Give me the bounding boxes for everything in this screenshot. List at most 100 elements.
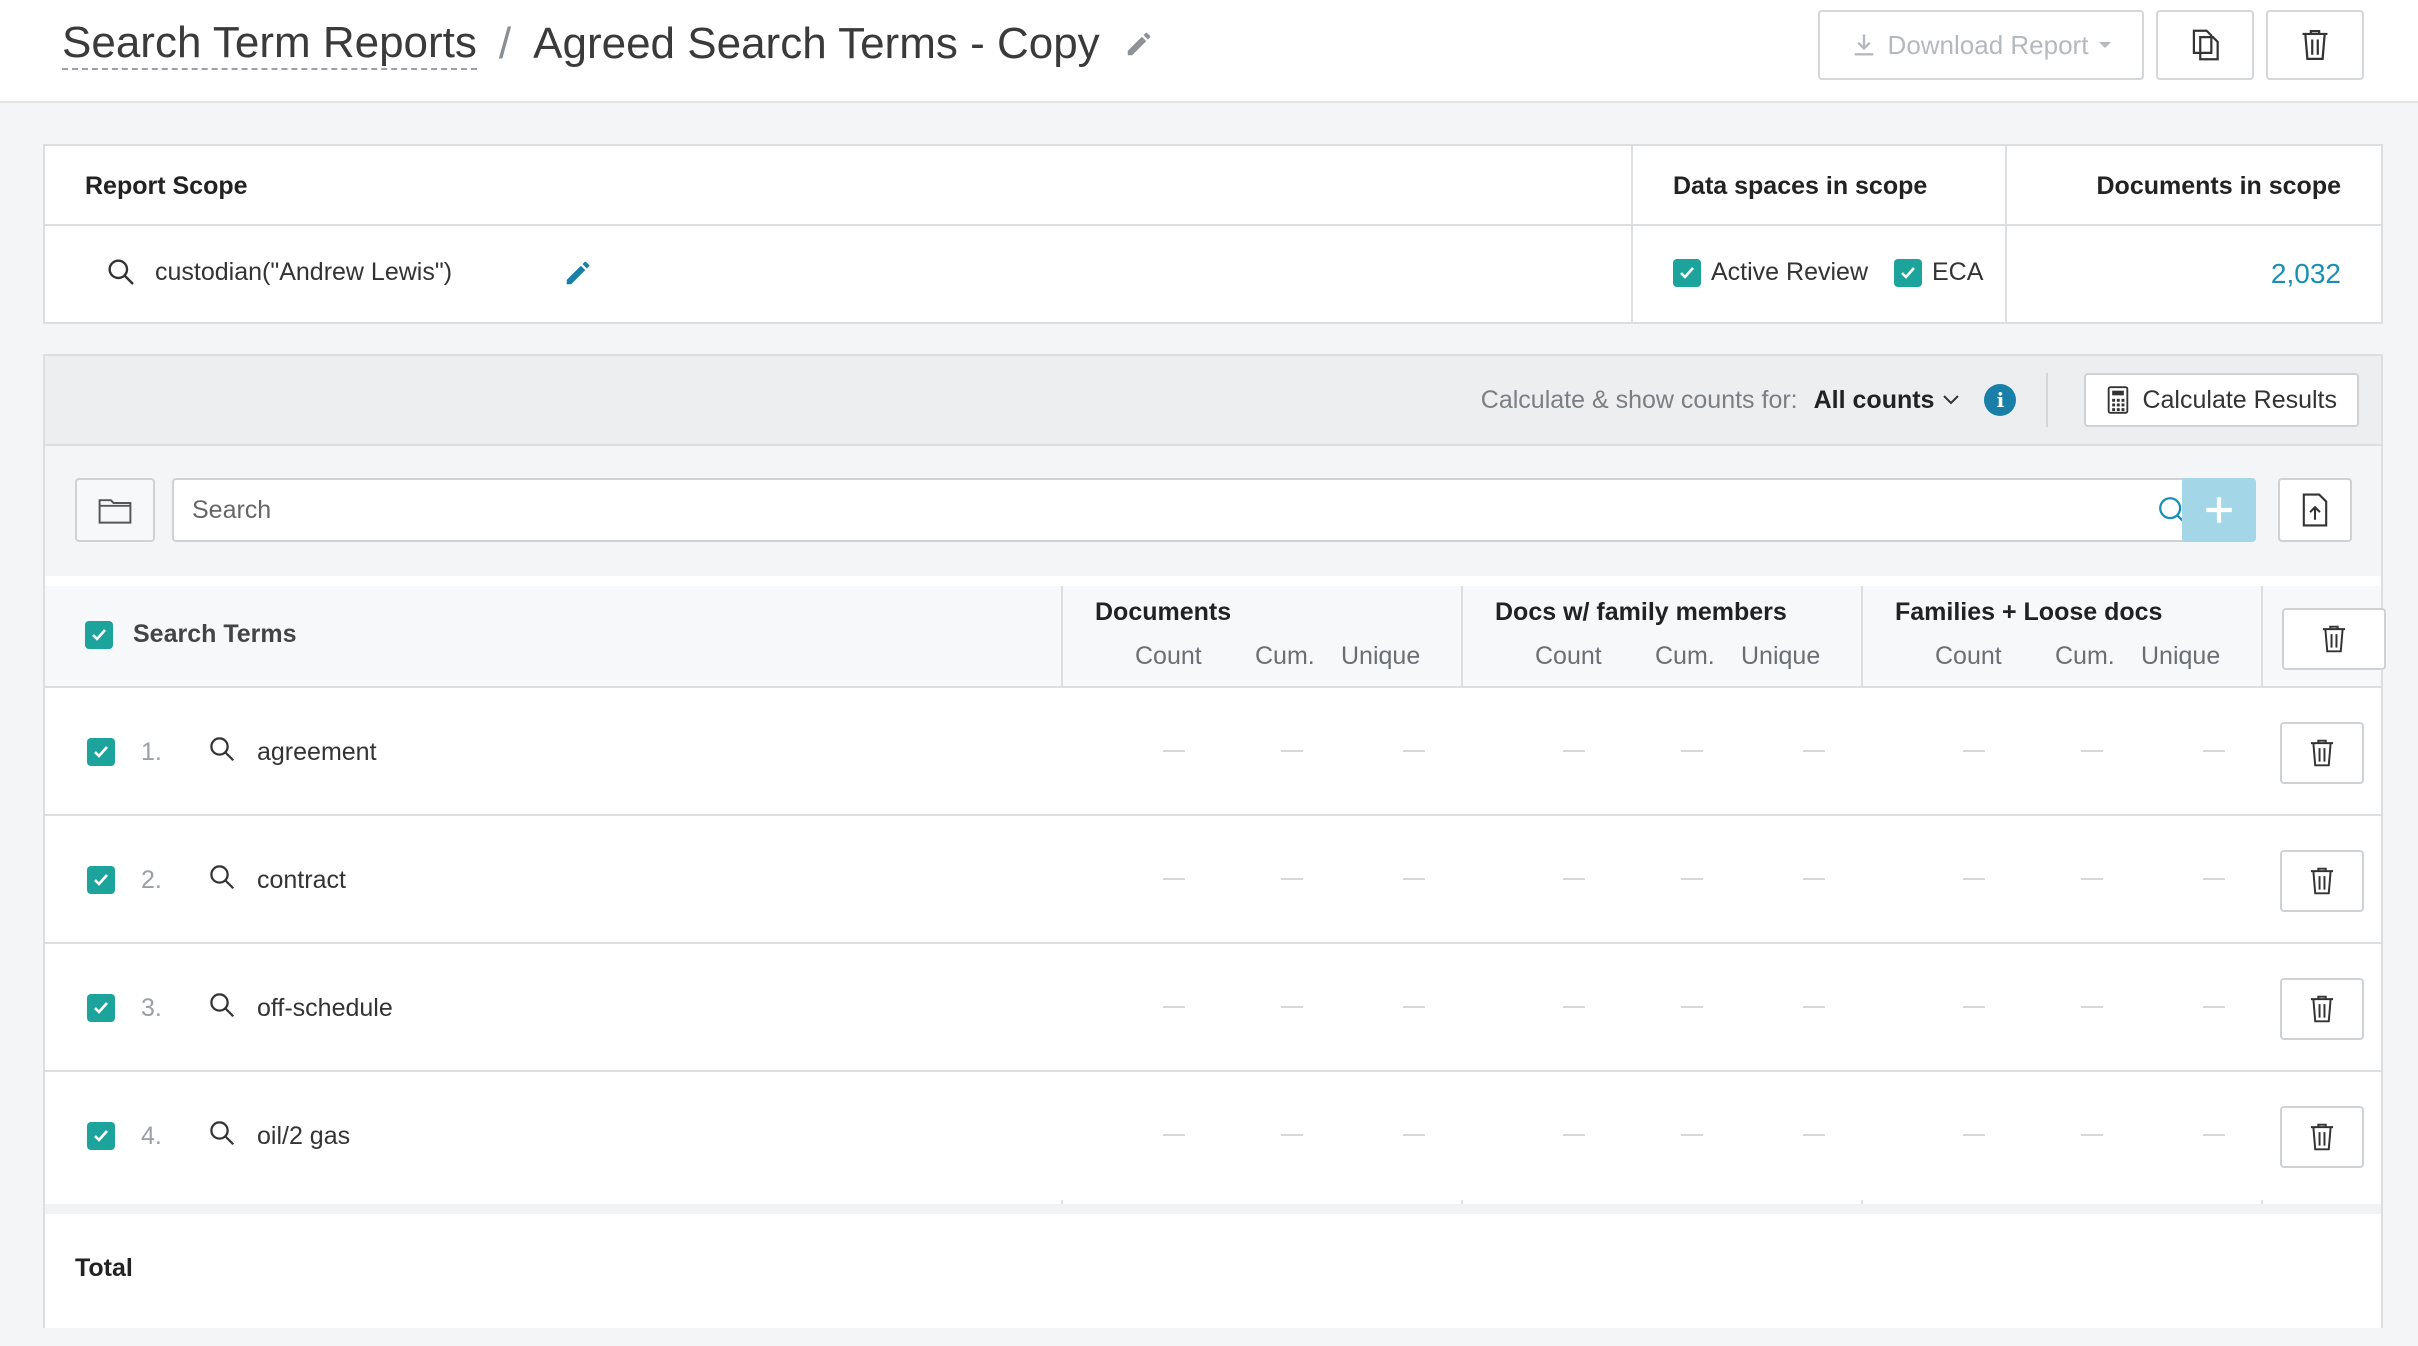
- row-checkbox[interactable]: [87, 1122, 115, 1150]
- empty-count: [1963, 750, 1985, 752]
- caret-down-icon: [2098, 40, 2112, 50]
- empty-cum: [1281, 1134, 1303, 1136]
- counts-dropdown[interactable]: All counts: [1814, 386, 1961, 415]
- row-checkbox[interactable]: [87, 994, 115, 1022]
- import-terms-button[interactable]: [2278, 478, 2352, 542]
- families-loose-unique-header[interactable]: Unique: [2141, 642, 2220, 671]
- documents-group-header: Documents: [1095, 598, 1232, 626]
- edit-scope-pencil-icon[interactable]: [563, 258, 593, 288]
- total-separator: [45, 1204, 2381, 1214]
- search-term[interactable]: oil/2 gas: [257, 1122, 350, 1151]
- empty-count: [1163, 878, 1185, 880]
- empty-count: [1163, 1134, 1185, 1136]
- table-row: 3. off-schedule: [45, 944, 2381, 1072]
- documents-unique-header[interactable]: Unique: [1341, 642, 1420, 671]
- delete-selected-button[interactable]: [2282, 608, 2386, 670]
- search-term[interactable]: off-schedule: [257, 994, 393, 1023]
- table-row: 4. oil/2 gas: [45, 1072, 2381, 1200]
- table-header: Search Terms Documents Count Cum. Unique…: [45, 586, 2386, 688]
- select-all-checkbox[interactable]: [85, 620, 113, 649]
- empty-unique: [2203, 1134, 2225, 1136]
- search-icon: [207, 1118, 237, 1148]
- families-loose-cum-header[interactable]: Cum.: [2055, 642, 2115, 671]
- calculate-counts-label: Calculate & show counts for:: [1480, 385, 1798, 414]
- empty-unique: [1803, 878, 1825, 880]
- search-terms-panel: Calculate & show counts for: All counts …: [43, 354, 2386, 1328]
- delete-row-button[interactable]: [2280, 1106, 2364, 1168]
- data-spaces-heading: Data spaces in scope: [1673, 172, 1928, 200]
- search-term[interactable]: contract: [257, 866, 346, 895]
- row-number: 1.: [141, 738, 162, 766]
- search-box: [172, 478, 2210, 542]
- active-review-label: Active Review: [1711, 258, 1868, 286]
- empty-cum: [2081, 1006, 2103, 1008]
- breadcrumb: Search Term Reports / Agreed Search Term…: [62, 14, 1154, 74]
- empty-cum: [1681, 1006, 1703, 1008]
- pencil-icon[interactable]: [1124, 29, 1154, 59]
- family-unique-header[interactable]: Unique: [1741, 642, 1820, 671]
- eca-checkbox[interactable]: [1894, 258, 1922, 287]
- empty-count: [1963, 1006, 1985, 1008]
- empty-count: [1563, 1006, 1585, 1008]
- family-group-header: Docs w/ family members: [1495, 598, 1787, 626]
- row-number: 4.: [141, 1122, 162, 1150]
- calculator-icon: [2106, 386, 2130, 414]
- download-report-button[interactable]: Download Report: [1818, 10, 2144, 80]
- empty-count: [1563, 878, 1585, 880]
- eca-label: ECA: [1932, 258, 1984, 286]
- family-cum-header[interactable]: Cum.: [1655, 642, 1715, 671]
- total-label: Total: [75, 1254, 133, 1282]
- delete-row-button[interactable]: [2280, 722, 2364, 784]
- documents-count-header[interactable]: Count: [1135, 642, 1202, 671]
- trash-icon: [2307, 993, 2337, 1025]
- documents-cum-header[interactable]: Cum.: [1255, 642, 1315, 671]
- search-icon: [207, 734, 237, 764]
- row-checkbox[interactable]: [87, 738, 115, 766]
- search-input[interactable]: [192, 480, 2132, 540]
- calculate-results-button[interactable]: Calculate Results: [2084, 373, 2359, 427]
- search-row: [45, 446, 2381, 576]
- page-title: Agreed Search Terms - Copy: [533, 19, 1100, 68]
- report-scope-heading: Report Scope: [85, 172, 248, 200]
- empty-cum: [1681, 750, 1703, 752]
- row-number: 3.: [141, 994, 162, 1022]
- empty-unique: [2203, 750, 2225, 752]
- active-review-checkbox[interactable]: [1673, 258, 1701, 287]
- total-row: Total: [45, 1214, 2381, 1328]
- search-icon: [207, 990, 237, 1020]
- table-row: 1. agreement: [45, 688, 2381, 816]
- table-row: 2. contract: [45, 816, 2381, 944]
- row-number: 2.: [141, 866, 162, 894]
- family-count-header[interactable]: Count: [1535, 642, 1602, 671]
- folder-icon: [98, 496, 132, 524]
- trash-icon: [2307, 865, 2337, 897]
- empty-cum: [1281, 750, 1303, 752]
- delete-row-button[interactable]: [2280, 978, 2364, 1040]
- delete-report-button[interactable]: [2266, 10, 2364, 80]
- row-checkbox[interactable]: [87, 866, 115, 894]
- breadcrumb-separator: /: [498, 19, 512, 68]
- empty-unique: [1803, 1006, 1825, 1008]
- data-spaces: Active Review ECA: [1673, 258, 1983, 287]
- folder-button[interactable]: [75, 478, 155, 542]
- search-terms-column-header[interactable]: Search Terms: [133, 620, 297, 649]
- scope-query: custodian("Andrew Lewis"): [105, 256, 452, 288]
- families-loose-group-header: Families + Loose docs: [1895, 598, 2163, 626]
- search-icon: [105, 256, 137, 288]
- empty-count: [1963, 878, 1985, 880]
- breadcrumb-search-term-reports[interactable]: Search Term Reports: [62, 18, 477, 71]
- download-icon: [1850, 31, 1878, 59]
- empty-count: [1963, 1134, 1985, 1136]
- documents-in-scope-count[interactable]: 2,032: [2271, 258, 2341, 290]
- families-loose-count-header[interactable]: Count: [1935, 642, 2002, 671]
- trash-icon: [2307, 1121, 2337, 1153]
- chevron-down-icon: [1942, 394, 1960, 406]
- search-term[interactable]: agreement: [257, 738, 377, 767]
- copy-report-button[interactable]: [2156, 10, 2254, 80]
- empty-cum: [2081, 750, 2103, 752]
- trash-icon: [2298, 27, 2332, 63]
- add-search-term-button[interactable]: [2182, 478, 2256, 542]
- delete-row-button[interactable]: [2280, 850, 2364, 912]
- empty-cum: [1281, 1006, 1303, 1008]
- info-icon[interactable]: i: [1984, 384, 2017, 416]
